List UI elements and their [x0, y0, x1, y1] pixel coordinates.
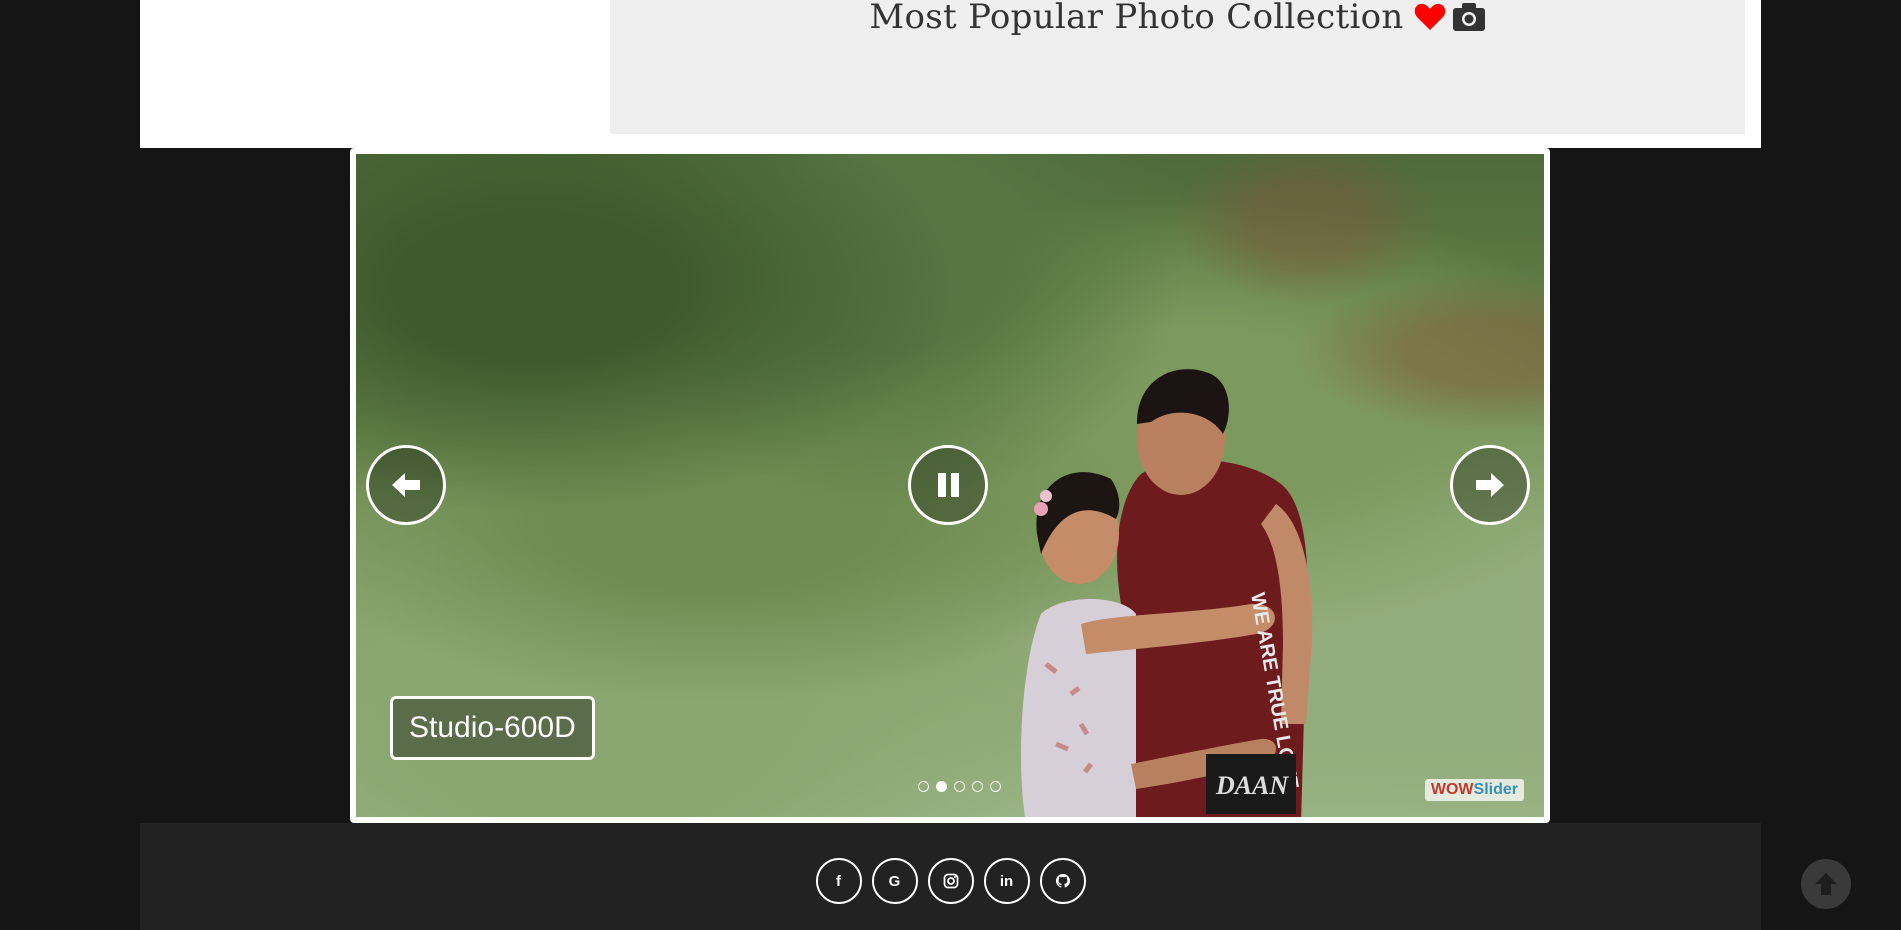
slide-bullet-3[interactable] [954, 781, 965, 792]
instagram-link[interactable] [927, 858, 974, 904]
social-links: f G in [140, 858, 1761, 904]
title-box: Most Popular Photo Collection [610, 0, 1745, 134]
facebook-link[interactable]: f [815, 858, 862, 904]
slide-image: WE ARE TRUE LOVE DAAN WOWSlider Studio-6… [356, 154, 1544, 817]
slide-bullets [918, 781, 1001, 792]
image-slider: WE ARE TRUE LOVE DAAN WOWSlider Studio-6… [350, 148, 1550, 823]
instagram-icon [943, 873, 958, 889]
header-area: Most Popular Photo Collection [140, 0, 1761, 148]
wowslider-watermark: WOWSlider [1424, 779, 1524, 801]
linkedin-icon: in [999, 872, 1014, 890]
arrow-right-icon [1476, 473, 1504, 497]
scroll-to-top-button[interactable] [1801, 859, 1851, 909]
google-link[interactable]: G [871, 858, 918, 904]
page-title: Most Popular Photo Collection [869, 0, 1404, 37]
camera-icon [1452, 2, 1486, 32]
footer: f G in [140, 823, 1761, 930]
watermark-wow: WOW [1430, 781, 1474, 798]
facebook-icon: f [836, 872, 841, 890]
github-icon [1055, 874, 1070, 888]
pause-icon [938, 473, 959, 497]
watermark-slider: Slider [1473, 781, 1518, 798]
arrow-left-icon [392, 473, 420, 497]
arrow-up-circle-icon [1815, 873, 1837, 895]
pause-slideshow-button[interactable] [908, 445, 988, 525]
slide-bullet-4[interactable] [972, 781, 983, 792]
slide-bullet-1[interactable] [918, 781, 929, 792]
heart-icon [1414, 3, 1446, 31]
title-row: Most Popular Photo Collection [610, 0, 1745, 40]
prev-slide-button[interactable] [366, 445, 446, 525]
slide-caption: Studio-600D [390, 696, 595, 760]
linkedin-link[interactable]: in [983, 858, 1030, 904]
svg-text:DAAN: DAAN [1215, 771, 1289, 800]
couple-photo: WE ARE TRUE LOVE DAAN [1021, 369, 1313, 817]
google-icon: G [888, 872, 901, 890]
next-slide-button[interactable] [1450, 445, 1530, 525]
github-link[interactable] [1039, 858, 1086, 904]
slide-bullet-2[interactable] [936, 781, 947, 792]
slide-bullet-5[interactable] [990, 781, 1001, 792]
